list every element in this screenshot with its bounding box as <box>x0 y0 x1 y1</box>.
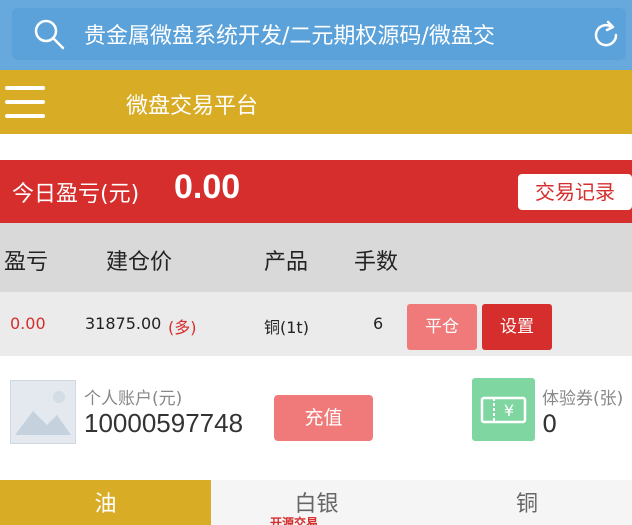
coupon-value: 0 <box>542 410 558 438</box>
close-position-button[interactable]: 平仓 <box>407 304 477 350</box>
page-title: 微盘交易平台 <box>126 94 259 119</box>
watermark-text: 开源交易 <box>270 516 319 525</box>
header-pnl: 盈亏 <box>4 250 49 275</box>
row-lots: 6 <box>373 314 384 333</box>
recharge-button[interactable]: 充值 <box>274 395 373 441</box>
image-placeholder-icon <box>15 391 71 435</box>
pnl-value: 0.00 <box>174 168 241 206</box>
row-pnl: 0.00 <box>10 314 46 333</box>
trade-record-button[interactable]: 交易记录 <box>518 174 632 210</box>
account-balance: 10000597748 <box>84 408 244 438</box>
search-query-text[interactable]: 贵金属微盘系统开发/二元期权源码/微盘交 <box>84 18 495 50</box>
account-avatar <box>10 380 76 444</box>
row-product: 铜(1t) <box>264 318 309 337</box>
title-bar <box>0 70 632 134</box>
settings-button[interactable]: 设置 <box>482 304 552 350</box>
row-open-price: 31875.00 <box>85 314 162 333</box>
row-direction: (多) <box>168 318 197 337</box>
svg-text:¥: ¥ <box>504 401 514 420</box>
account-label: 个人账户(元) <box>84 389 183 409</box>
header-open-price: 建仓价 <box>106 250 173 275</box>
menu-icon[interactable] <box>0 70 60 134</box>
coupon-label: 体验券(张) <box>542 389 624 409</box>
header-lots: 手数 <box>354 250 399 275</box>
coupon-icon: ¥ <box>472 378 535 441</box>
header-product: 产品 <box>264 250 309 275</box>
tab-copper[interactable]: 铜 <box>422 480 632 525</box>
refresh-icon[interactable] <box>590 19 622 51</box>
tab-oil[interactable]: 油 <box>0 480 211 525</box>
search-icon[interactable] <box>32 17 66 51</box>
table-header <box>0 223 632 292</box>
pnl-label: 今日盈亏(元) <box>12 182 140 207</box>
